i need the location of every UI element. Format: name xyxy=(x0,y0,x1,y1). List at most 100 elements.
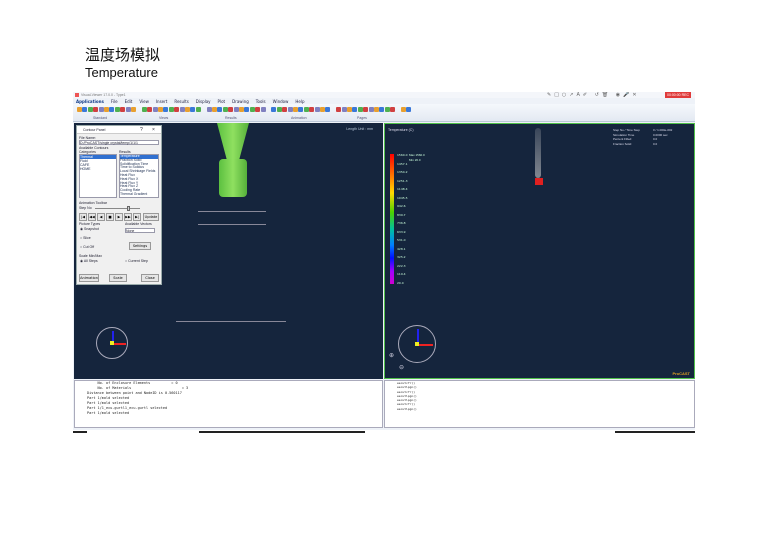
close-button[interactable]: Close xyxy=(141,274,159,282)
toolbar-icon[interactable] xyxy=(260,107,266,112)
toolbar-icon[interactable] xyxy=(185,107,190,112)
toolbar-icon[interactable] xyxy=(276,107,282,112)
toolbar-icon[interactable] xyxy=(217,107,223,112)
toolbar-icon[interactable] xyxy=(255,107,261,112)
zoom-out-icon[interactable]: ⊖ xyxy=(399,364,404,371)
toolbar-icon[interactable] xyxy=(309,107,315,112)
toolbar-icon[interactable] xyxy=(271,107,277,112)
vector-select[interactable]: None xyxy=(126,229,134,233)
toolbar-icon[interactable] xyxy=(104,107,109,112)
toolbar-icon[interactable] xyxy=(158,107,163,112)
toolbar-icon[interactable] xyxy=(293,107,298,112)
toolbar-icon[interactable] xyxy=(244,107,250,112)
toolbar-icon[interactable] xyxy=(325,107,331,112)
toolbar-icon[interactable] xyxy=(125,107,131,112)
menu-edit[interactable]: Edit xyxy=(125,99,133,104)
menu-view[interactable]: View xyxy=(139,99,149,104)
toolbar-icon[interactable] xyxy=(120,107,126,112)
close-icon[interactable]: × xyxy=(152,127,155,133)
toolbar-icon[interactable] xyxy=(401,107,406,112)
toolbar-icon[interactable] xyxy=(222,107,228,112)
toolbar-icon[interactable] xyxy=(368,107,374,112)
toolbar-icon[interactable] xyxy=(77,107,82,112)
toolbar-icon[interactable] xyxy=(190,107,196,112)
toolbar-icon[interactable] xyxy=(390,107,396,112)
toolbar-icon[interactable] xyxy=(336,107,342,112)
menu-file[interactable]: File xyxy=(111,99,118,104)
radio-all-steps[interactable]: ◉ All Steps xyxy=(80,259,98,263)
toolbar-icon[interactable] xyxy=(363,107,369,112)
menu-display[interactable]: Display xyxy=(196,99,211,104)
menu-window[interactable]: Window xyxy=(273,99,289,104)
toolbar-icon[interactable] xyxy=(147,107,153,112)
toolbar-icon[interactable] xyxy=(228,107,234,112)
radio-cutoff[interactable]: ○ Cut Off xyxy=(80,245,94,249)
toolbar-icon[interactable] xyxy=(379,107,385,112)
legend-value: 222.3 xyxy=(397,263,406,268)
toolbar-icon[interactable] xyxy=(303,107,309,112)
menu-tools[interactable]: Tools xyxy=(256,99,266,104)
toolbar-icon[interactable] xyxy=(352,107,358,112)
toolbar-icon[interactable] xyxy=(287,107,293,112)
result-item[interactable]: Thermal Gradient xyxy=(120,192,158,197)
toolbar-icon[interactable] xyxy=(374,107,379,112)
toolbar-icon[interactable] xyxy=(320,107,325,112)
toolbar-icon[interactable] xyxy=(314,107,320,112)
toolbar-icon[interactable] xyxy=(98,107,104,112)
file-name-field[interactable]: D:/ProCAST/single crystal/temp/1/1/1 xyxy=(80,141,138,145)
menu-plot[interactable]: Plot xyxy=(218,99,226,104)
categories-list[interactable]: Thermal Fluid CAFE HOME xyxy=(79,154,117,198)
toolbar-icon[interactable] xyxy=(341,107,347,112)
menu-drawing[interactable]: Drawing xyxy=(232,99,249,104)
toolbar-icon[interactable] xyxy=(93,107,99,112)
toolbar-icon[interactable] xyxy=(163,107,169,112)
scale-button[interactable]: Scale xyxy=(109,274,127,282)
animation-button[interactable]: Animation xyxy=(79,274,99,282)
results-list[interactable]: Temperature Fraction Solid Solidification … xyxy=(119,154,159,198)
toolbar-icon[interactable] xyxy=(206,107,212,112)
toolbar-icon[interactable] xyxy=(87,107,93,112)
toolbar-icon[interactable] xyxy=(347,107,352,112)
menu-applications[interactable]: Applications xyxy=(76,99,104,104)
console-right[interactable]: eecutcfr() eecutlpgn() eecutcfr() eecutlpgn… xyxy=(384,380,695,428)
toolbar-icon[interactable] xyxy=(233,107,239,112)
simulation-info: Step No / Time Step 0 / 1.000e-002 Simulat… xyxy=(613,128,672,146)
toolbar-icon[interactable] xyxy=(249,107,255,112)
viewport-right[interactable]: Temperature (C) 1560.0 1457.1 1354.2 1251.3… xyxy=(384,123,695,379)
toolbar-icon[interactable] xyxy=(239,107,244,112)
update-button[interactable]: Update xyxy=(143,213,159,221)
toolbar-icon[interactable] xyxy=(406,107,412,112)
toolbar-icon[interactable] xyxy=(174,107,180,112)
toolbar-icon[interactable] xyxy=(384,107,390,112)
color-bar xyxy=(390,154,394,284)
animation-controls[interactable]: |◀ ◀◀ ◀ ■ ▶ ▶▶ ▶| xyxy=(79,213,141,221)
toolbar-group-label: Standard xyxy=(93,116,108,120)
radio-current-step[interactable]: ○ Current Step xyxy=(125,259,148,263)
toolbar-icon[interactable] xyxy=(282,107,288,112)
toolbar-icon[interactable] xyxy=(179,107,185,112)
toolbar-icon[interactable] xyxy=(168,107,174,112)
toolbar-icon[interactable] xyxy=(195,107,201,112)
toolbar-icon[interactable] xyxy=(141,107,147,112)
menu-help[interactable]: Help xyxy=(295,99,304,104)
menu-results[interactable]: Results xyxy=(174,99,188,104)
toolbar-icon[interactable] xyxy=(109,107,115,112)
toolbar-icon[interactable] xyxy=(357,107,363,112)
help-icon[interactable]: ? xyxy=(140,127,143,133)
toolbar-icon[interactable] xyxy=(82,107,88,112)
radio-snapshot[interactable]: ◉ Snapshot xyxy=(80,227,99,231)
zoom-in-icon[interactable]: ⊕ xyxy=(389,352,394,359)
category-item[interactable]: HOME xyxy=(80,167,116,171)
toolbar-group-label: Pages xyxy=(357,116,367,120)
settings-button[interactable]: Settings xyxy=(129,242,151,250)
console-left[interactable]: No. of Enclosure Elements = 0 No. of Mat… xyxy=(74,380,383,428)
toolbar-icon[interactable] xyxy=(298,107,304,112)
toolbar-icon[interactable] xyxy=(131,107,136,112)
toolbar-icon[interactable] xyxy=(152,107,158,112)
toolbar-icon[interactable] xyxy=(114,107,120,112)
legend-value: 942.6 xyxy=(397,204,406,209)
menu-insert[interactable]: Insert xyxy=(156,99,167,104)
step-slider[interactable] xyxy=(95,206,140,211)
toolbar-icon[interactable] xyxy=(212,107,217,112)
radio-slice[interactable]: ○ Slice xyxy=(80,236,91,240)
